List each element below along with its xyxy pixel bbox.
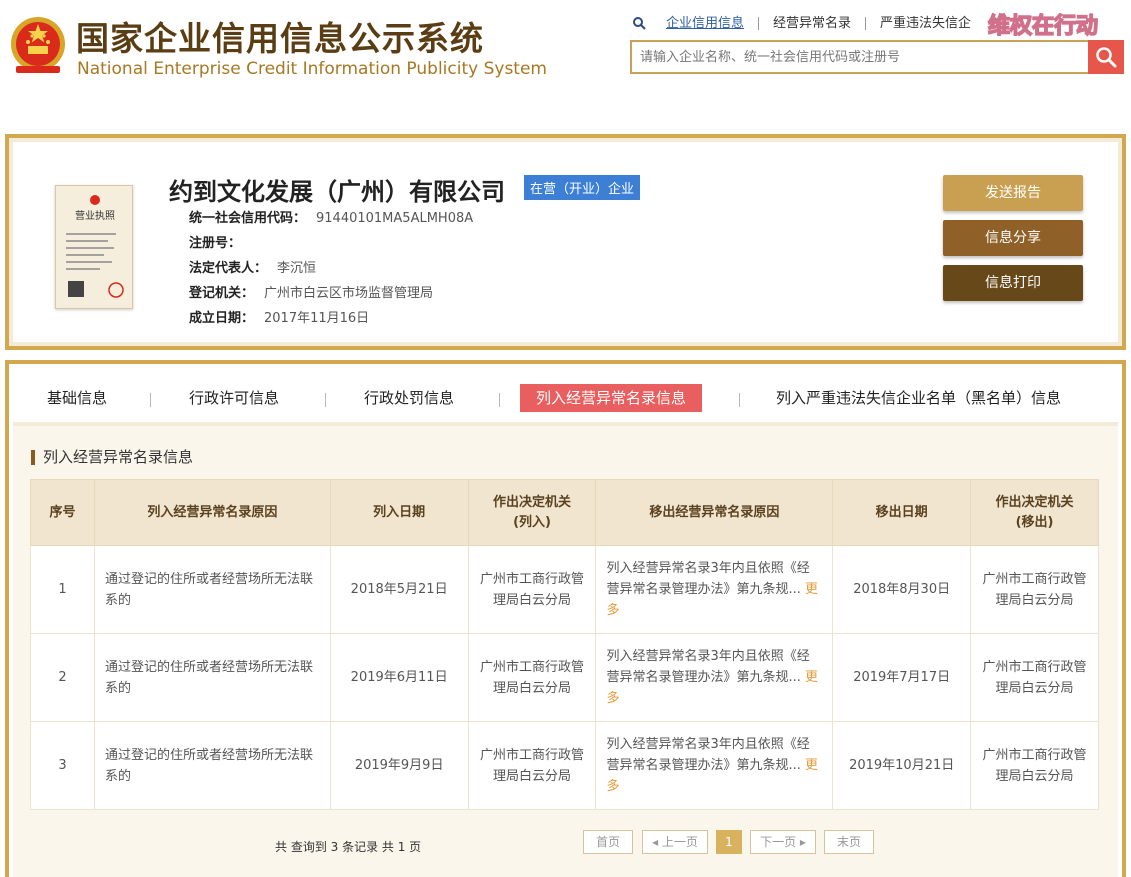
cell-org-out: 广州市工商行政管理局白云分局 <box>970 633 1099 722</box>
cell-reason-out: 列入经营异常名录3年内且依照《经营异常名录管理办法》第九条规... 更多 <box>595 633 834 722</box>
nav-serious-violation[interactable]: 严重违法失信企 <box>866 17 985 30</box>
col-header-reason: 列入经营异常名录原因 <box>93 479 331 546</box>
site-title-en: National Enterprise Credit Information P… <box>77 59 547 79</box>
info-legal-rep: 法定代表人： 李沉恒 <box>189 261 317 276</box>
abnormal-list-table: 序号 列入经营异常名录原因 列入日期 作出决定机关 (列入) 移出经营异常名录原… <box>30 479 1099 810</box>
table-row: 1 通过登记的住所或者经营场所无法联系的 2018年5月21日 广州市工商行政管… <box>30 545 1099 634</box>
cell-no: 2 <box>30 633 95 722</box>
tab-admin-license[interactable]: 行政许可信息 <box>189 384 279 412</box>
cell-no: 1 <box>30 545 95 634</box>
cell-reason: 通过登记的住所或者经营场所无法联系的 <box>93 545 331 634</box>
cell-date-out: 2018年8月30日 <box>832 545 972 634</box>
pager-current-page[interactable]: 1 <box>716 830 742 854</box>
company-card: 营业执照 约到文化发展（广州）有限公司 在营（开业）企业 统一社会信用代码： 91… <box>5 134 1126 350</box>
cell-date-in: 2019年9月9日 <box>329 721 469 810</box>
tab-bar: 基础信息 行政许可信息 行政处罚信息 列入经营异常名录信息 列入严重违法失信企业… <box>13 368 1118 426</box>
table-row: 2 通过登记的住所或者经营场所无法联系的 2019年6月11日 广州市工商行政管… <box>30 633 1099 722</box>
license-graphic: 营业执照 <box>66 195 124 298</box>
col-header-date-in: 列入日期 <box>329 479 469 546</box>
info-credit-code: 统一社会信用代码： 91440101MA5ALMH08A <box>189 211 474 226</box>
search-input[interactable] <box>632 42 1088 72</box>
search-button[interactable] <box>1088 40 1124 74</box>
cell-date-in: 2018年5月21日 <box>329 545 469 634</box>
pager-info: 共 查询到 3 条记录 共 1 页 <box>275 840 422 854</box>
top-nav: 企业信用信息 经营异常名录 严重违法失信企 <box>632 16 985 30</box>
cell-org-out: 广州市工商行政管理局白云分局 <box>970 721 1099 810</box>
search-icon <box>633 17 646 30</box>
cell-reason: 通过登记的住所或者经营场所无法联系的 <box>93 633 331 722</box>
cell-reason: 通过登记的住所或者经营场所无法联系的 <box>93 721 331 810</box>
pager-prev-button[interactable]: ◂ 上一页 <box>642 830 708 854</box>
send-report-button[interactable]: 发送报告 <box>943 175 1083 211</box>
watermark-text: 维权在行动 <box>987 13 1099 40</box>
site-header: 国家企业信用信息公示系统 National Enterprise Credit … <box>0 0 1131 118</box>
print-info-button[interactable]: 信息打印 <box>943 265 1083 301</box>
cell-org-out: 广州市工商行政管理局白云分局 <box>970 545 1099 634</box>
status-badge: 在营（开业）企业 <box>524 175 641 200</box>
search-box <box>630 40 1090 74</box>
col-header-org-in: 作出决定机关 (列入) <box>467 479 597 546</box>
national-emblem-icon <box>11 17 65 73</box>
tab-abnormal-list[interactable]: 列入经营异常名录信息 <box>520 384 703 412</box>
pager-next-button[interactable]: 下一页 ▸ <box>750 830 816 854</box>
cell-no: 3 <box>30 721 95 810</box>
cell-reason-out: 列入经营异常名录3年内且依照《经营异常名录管理办法》第九条规... 更多 <box>595 721 834 810</box>
pager-last-button[interactable]: 末页 <box>824 830 874 854</box>
share-info-button[interactable]: 信息分享 <box>943 220 1083 256</box>
section-title: 列入经营异常名录信息 <box>31 450 193 465</box>
tab-basic-info[interactable]: 基础信息 <box>47 384 107 412</box>
tab-admin-penalty[interactable]: 行政处罚信息 <box>364 384 454 412</box>
tab-blacklist[interactable]: 列入严重违法失信企业名单（黑名单）信息 <box>776 384 1061 412</box>
cell-date-out: 2019年10月21日 <box>832 721 972 810</box>
cell-date-out: 2019年7月17日 <box>832 633 972 722</box>
company-name: 约到文化发展（广州）有限公司 <box>169 178 505 206</box>
col-header-date-out: 移出日期 <box>832 479 972 546</box>
cell-reason-out: 列入经营异常名录3年内且依照《经营异常名录管理办法》第九条规... 更多 <box>595 545 834 634</box>
pager-first-button[interactable]: 首页 <box>583 830 633 854</box>
info-founded-date: 成立日期： 2017年11月16日 <box>189 311 370 326</box>
search-icon <box>1096 47 1117 68</box>
cell-org-in: 广州市工商行政管理局白云分局 <box>467 633 597 722</box>
cell-org-in: 广州市工商行政管理局白云分局 <box>467 721 597 810</box>
nav-enterprise-credit[interactable]: 企业信用信息 <box>652 16 760 30</box>
company-info-list: 统一社会信用代码： 91440101MA5ALMH08A 注册号： 法定代表人：李… <box>189 206 473 331</box>
table-row: 3 通过登记的住所或者经营场所无法联系的 2019年9月9日 广州市工商行政管理… <box>30 721 1099 810</box>
detail-panel: 基础信息 行政许可信息 行政处罚信息 列入经营异常名录信息 列入严重违法失信企业… <box>5 360 1126 877</box>
license-title: 营业执照 <box>75 209 115 222</box>
nav-abnormal-list[interactable]: 经营异常名录 <box>759 16 867 30</box>
info-reg-authority: 登记机关： 广州市白云区市场监督管理局 <box>189 286 434 301</box>
business-license-image: 营业执照 <box>55 185 133 309</box>
col-header-org-out: 作出决定机关 (移出) <box>970 479 1099 546</box>
cell-org-in: 广州市工商行政管理局白云分局 <box>467 545 597 634</box>
info-reg-number: 注册号： <box>189 236 242 251</box>
site-title-cn: 国家企业信用信息公示系统 <box>76 19 484 58</box>
col-header-no: 序号 <box>30 479 95 546</box>
table-header-row: 序号 列入经营异常名录原因 列入日期 作出决定机关 (列入) 移出经营异常名录原… <box>30 479 1099 546</box>
col-header-reason-out: 移出经营异常名录原因 <box>595 479 834 546</box>
cell-date-in: 2019年6月11日 <box>329 633 469 722</box>
